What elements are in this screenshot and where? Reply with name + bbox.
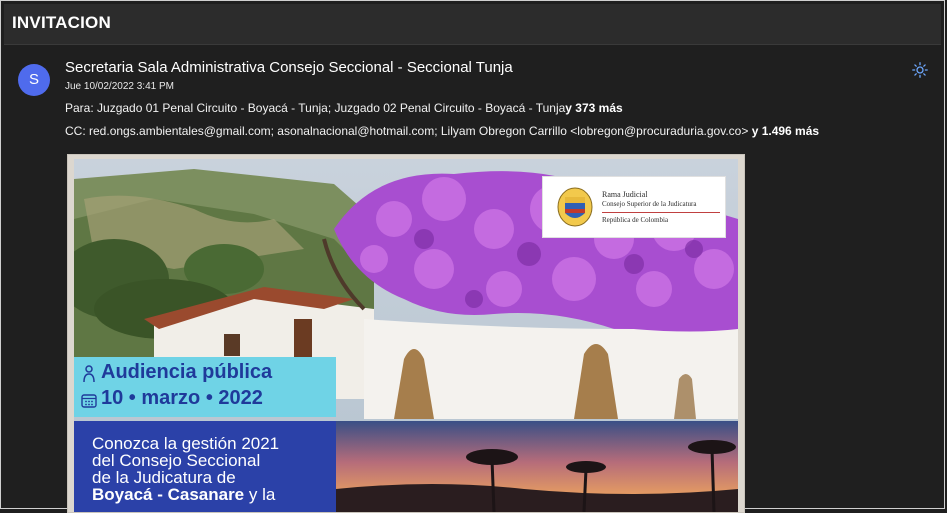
person-icon [83,365,95,383]
event-date: 10 • marzo • 2022 [101,387,263,409]
invitation-poster[interactable]: Rama Judicial Consejo Superior de la Jud… [67,154,745,513]
audiencia-title: Audiencia pública [101,361,273,383]
sender-avatar[interactable]: S [18,64,50,96]
body-line-1: Conozca la gestión 2021 [92,434,280,453]
poster-body-text: Conozca la gestión 2021 del Consejo Secc… [92,435,332,503]
poster-image: Rama Judicial Consejo Superior de la Jud… [74,159,738,512]
to-more-link[interactable]: y 373 más [565,101,622,115]
cc-recipients: CC: red.ongs.ambientales@gmail.com; ason… [65,124,819,138]
subject-bar: INVITACION [4,4,941,45]
calendar-icon [81,394,97,408]
logo-line-1: Rama Judicial [602,190,648,199]
sun-icon[interactable] [912,62,928,78]
body-bold: Boyacá - Casanare [92,485,245,504]
email-date: Jue 10/02/2022 3:41 PM [65,81,174,92]
body-tail: y la [248,485,276,504]
logo-divider [602,212,720,213]
cc-label: CC: [65,124,86,138]
cc-more-link[interactable]: y 1.496 más [752,124,819,138]
email-subject: INVITACION [12,13,111,32]
to-list[interactable]: Juzgado 01 Penal Circuito - Boyacá - Tun… [97,101,565,115]
rama-judicial-logo: Rama Judicial Consejo Superior de la Jud… [542,176,726,238]
to-label: Para: [65,101,94,115]
body-line-3: de la Judicatura de [92,468,236,487]
audiencia-banner: Audiencia pública 10 • marzo • 2022 [74,357,336,417]
to-recipients: Para: Juzgado 01 Penal Circuito - Boyacá… [65,101,623,115]
body-line-2: del Consejo Seccional [92,451,261,470]
logo-line-3: República de Colombia [602,216,669,224]
body-line-4: Boyacá - Casanare y la [92,486,332,503]
poster-body-box: Conozca la gestión 2021 del Consejo Secc… [74,421,336,512]
coat-of-arms-icon [557,187,593,227]
logo-line-2: Consejo Superior de la Judicatura [602,200,697,208]
sender-name[interactable]: Secretaria Sala Administrativa Consejo S… [65,59,513,76]
cc-list[interactable]: red.ongs.ambientales@gmail.com; asonalna… [89,124,748,138]
